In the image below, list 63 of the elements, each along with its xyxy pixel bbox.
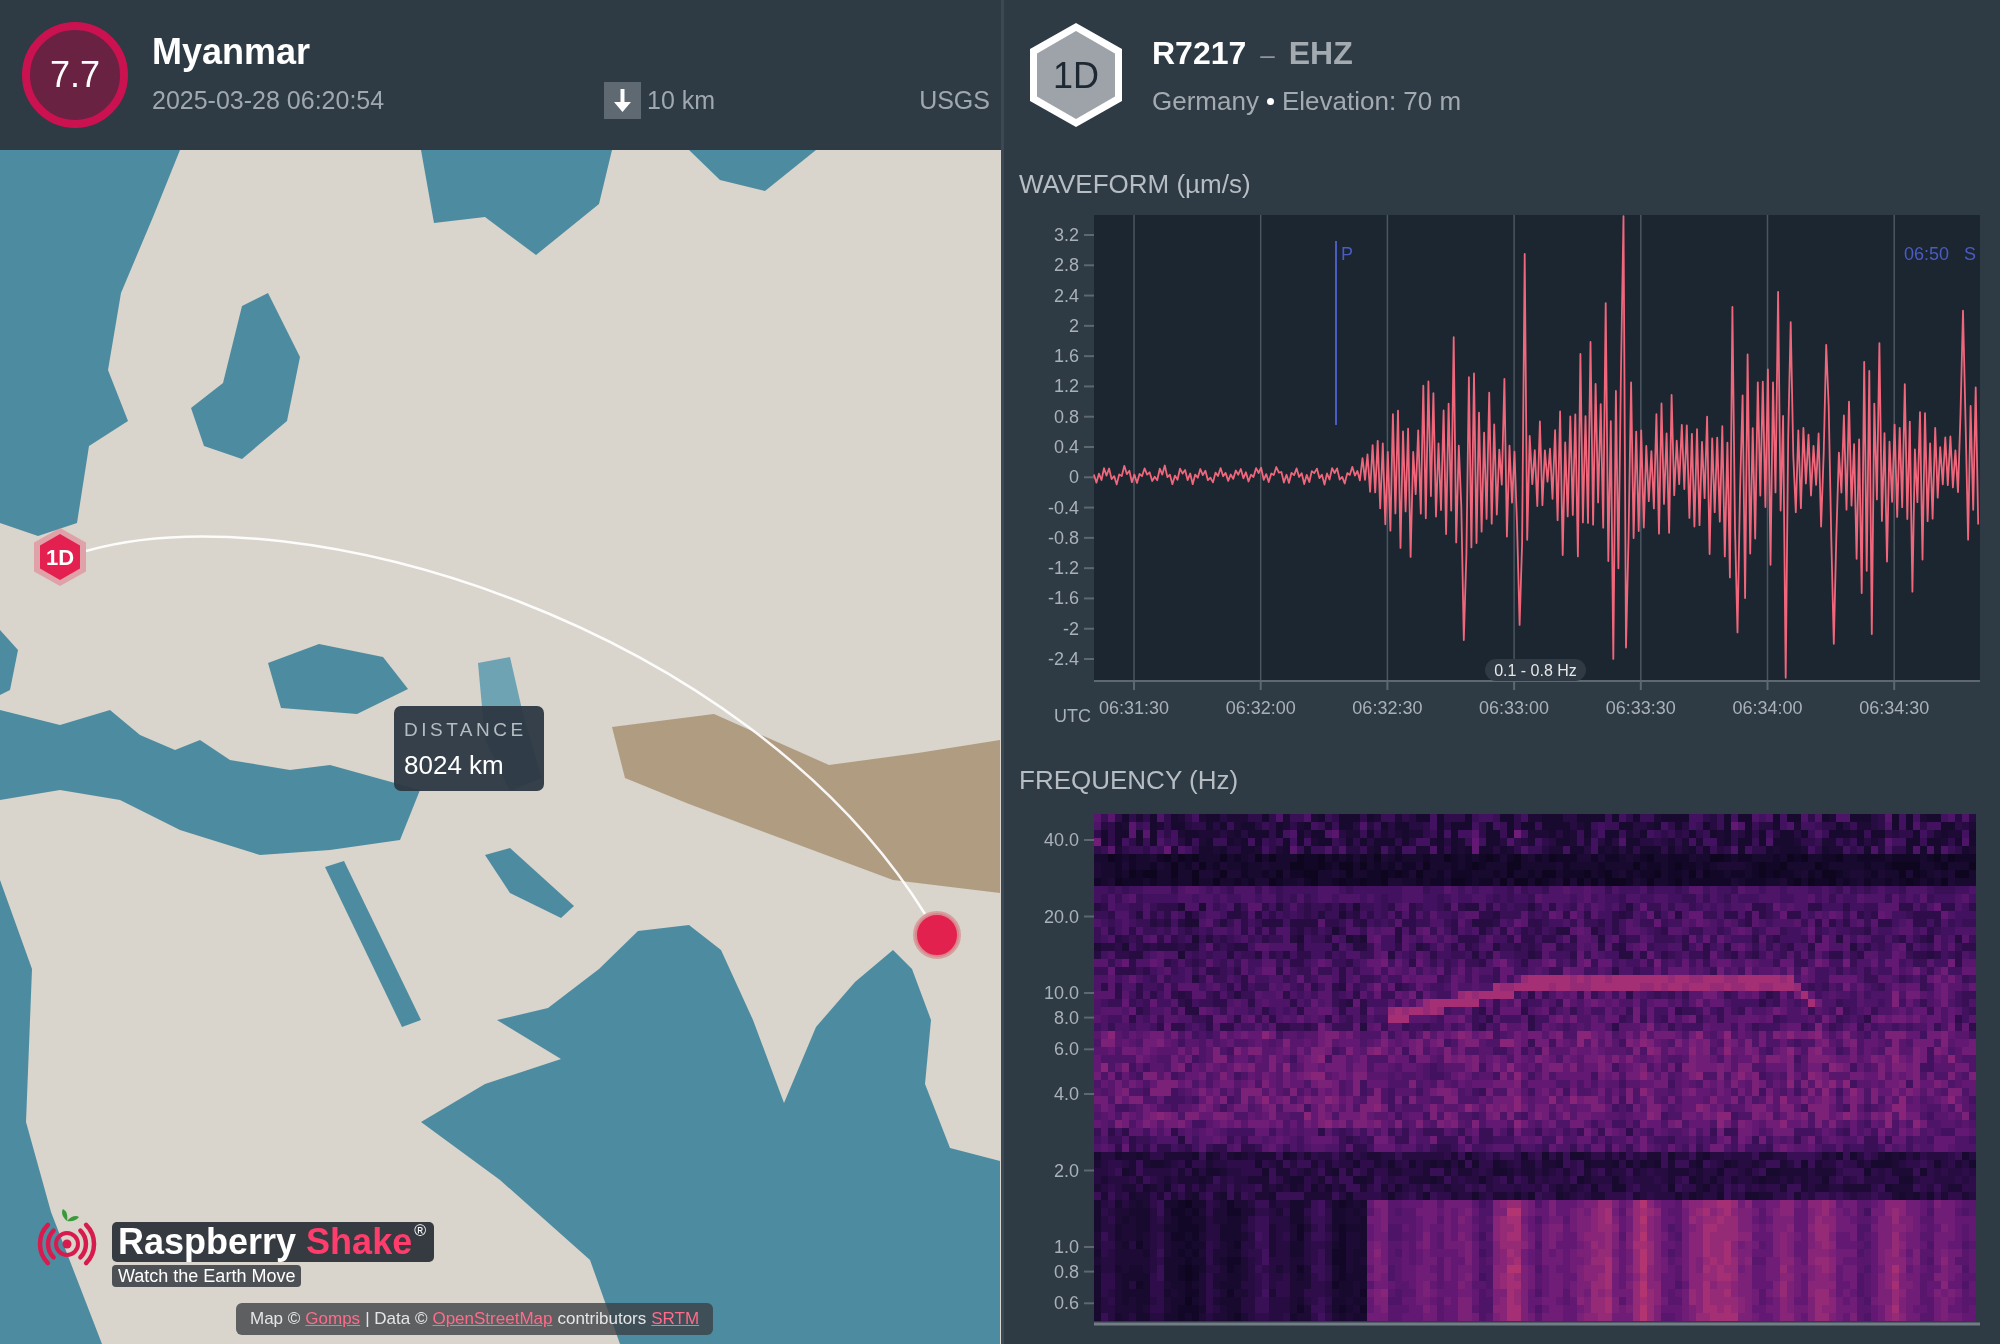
y-tick-label: -1.6 (1047, 588, 1079, 609)
station-badge: 1D (1030, 23, 1122, 127)
y-tick-label: 0.8 (1053, 406, 1079, 427)
time-zone-label: UTC (1054, 706, 1091, 726)
y-tick-label: 0.4 (1053, 437, 1079, 457)
y-tick-label: 3.2 (1053, 225, 1079, 245)
attribution-link[interactable]: OpenStreetMap (432, 1309, 553, 1329)
logo-wordmark: Raspberry Shake$^{®}$ (112, 1222, 434, 1262)
map-attribution: Map © Gomps | Data © OpenStreetMap contributors SRTM (236, 1303, 714, 1335)
filter-band-tag: 0.1 - 0.8 Hz (1485, 659, 1586, 681)
y-tick-label: 0.8 (1053, 1261, 1079, 1282)
y-tick-label: 0.6 (1053, 1293, 1079, 1314)
attribution-link[interactable]: SRTM (651, 1309, 700, 1329)
station-elevation: Elevation: 70 m (1281, 85, 1462, 117)
source-label: USGS (919, 85, 990, 115)
magnitude-badge: 7.7 (22, 22, 128, 128)
y-tick-label: 6.0 (1053, 1039, 1079, 1060)
x-tick-label: 06:32:00 (1225, 698, 1296, 718)
station-code: R7217 (1152, 34, 1247, 73)
y-tick-label: 20.0 (1043, 906, 1079, 927)
sea-area (0, 630, 18, 695)
logo-icon (36, 1208, 98, 1268)
y-tick-label: -0.4 (1047, 497, 1079, 518)
y-tick-label: 10.0 (1043, 983, 1079, 1003)
y-tick-label: 2.0 (1053, 1160, 1079, 1181)
logo-tagline: Watch the Earth Move (112, 1265, 302, 1287)
x-tick-label: 06:34:30 (1859, 698, 1930, 718)
distance-value: 8024 km (404, 749, 505, 781)
depth-value: 10 km (647, 85, 716, 115)
region-title: Myanmar (152, 31, 311, 73)
spectrogram-title: FREQUENCY (Hz) (1019, 764, 1239, 796)
separator-dot-icon (1266, 97, 1274, 105)
s-arrival-time: 06:50 (1903, 244, 1949, 264)
y-tick-label: -1.2 (1047, 558, 1079, 579)
s-arrival-label: S (1964, 244, 1976, 264)
event-time: 2025-03-28 06:20:54 (152, 85, 386, 115)
y-tick-label: 1.2 (1053, 376, 1079, 397)
y-tick-label: 0 (1069, 467, 1079, 488)
x-tick-label: 06:32:30 (1352, 698, 1423, 718)
x-tick-label: 06:33:30 (1605, 698, 1676, 718)
y-tick-label: 2.8 (1053, 255, 1079, 276)
p-arrival-label: P (1341, 244, 1353, 264)
y-tick-label: 2.4 (1053, 285, 1079, 306)
channel-code: EHZ (1288, 34, 1353, 73)
attribution-link[interactable]: Gomps (305, 1309, 361, 1329)
station-marker[interactable]: 1D (34, 528, 86, 586)
epicenter-dot-icon[interactable] (913, 911, 961, 959)
waveform-title: WAVEFORM (µm/s) (1019, 168, 1251, 200)
x-tick-label: 06:31:30 (1098, 698, 1170, 718)
distance-label: DISTANCE (404, 718, 528, 742)
y-tick-label: 40.0 (1043, 830, 1079, 850)
y-tick-label: 4.0 (1053, 1084, 1079, 1104)
y-tick-label: 8.0 (1053, 1007, 1079, 1028)
y-tick-label: -2.4 (1047, 649, 1079, 669)
y-tick-label: 1.6 (1053, 346, 1079, 367)
channel-separator: – (1260, 39, 1275, 72)
y-tick-label: 2 (1069, 315, 1079, 336)
x-tick-label: 06:34:00 (1732, 698, 1803, 718)
y-tick-label: -2 (1063, 618, 1079, 639)
x-tick-label: 06:33:00 (1479, 698, 1550, 718)
station-country: Germany (1152, 85, 1259, 117)
y-tick-label: -0.8 (1047, 527, 1079, 548)
y-tick-label: 1.0 (1053, 1237, 1079, 1257)
